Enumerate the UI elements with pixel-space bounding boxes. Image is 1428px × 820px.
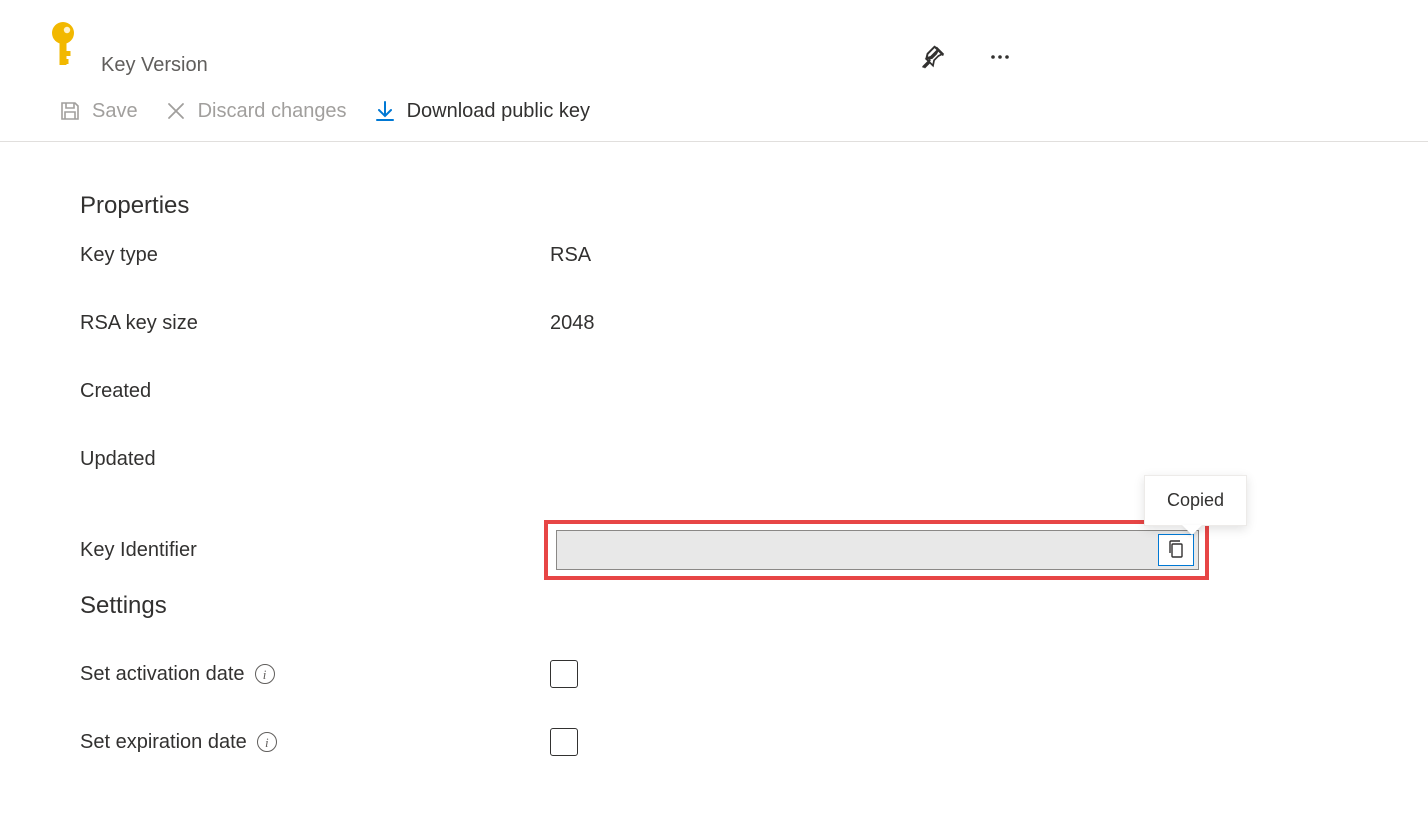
activation-date-row: Set activation date i <box>80 640 1388 708</box>
settings-section-title: Settings <box>80 592 1388 620</box>
updated-label: Updated <box>80 448 550 471</box>
expiration-date-row: Set expiration date i <box>80 708 1388 776</box>
activation-date-checkbox[interactable] <box>550 660 578 688</box>
discard-button[interactable]: Discard changes <box>162 95 349 127</box>
key-type-row: Key type RSA <box>80 244 1388 312</box>
download-icon <box>373 99 397 123</box>
created-row: Created <box>80 380 1388 448</box>
copy-icon <box>1167 539 1185 562</box>
key-icon <box>40 20 85 70</box>
more-button[interactable] <box>982 39 1018 78</box>
save-button[interactable]: Save <box>56 95 140 127</box>
key-type-label: Key type <box>80 244 550 267</box>
pin-button[interactable] <box>914 38 952 79</box>
copy-button[interactable] <box>1158 534 1194 566</box>
more-icon <box>988 45 1012 72</box>
created-label: Created <box>80 380 550 403</box>
download-label: Download public key <box>407 100 590 123</box>
key-identifier-field <box>556 530 1199 570</box>
pin-icon <box>920 44 946 73</box>
save-label: Save <box>92 100 138 123</box>
rsa-size-row: RSA key size 2048 <box>80 312 1388 380</box>
close-icon <box>164 99 188 123</box>
info-icon[interactable]: i <box>257 732 277 752</box>
rsa-size-value: 2048 <box>550 312 595 335</box>
key-type-value: RSA <box>550 244 591 267</box>
copied-tooltip: Copied <box>1144 475 1247 526</box>
key-identifier-input[interactable] <box>557 531 1158 569</box>
expiration-date-checkbox[interactable] <box>550 728 578 756</box>
download-public-key-button[interactable]: Download public key <box>371 95 592 127</box>
info-icon[interactable]: i <box>255 664 275 684</box>
properties-section-title: Properties <box>80 192 1388 220</box>
expiration-date-label: Set expiration date i <box>80 731 550 754</box>
discard-label: Discard changes <box>198 100 347 123</box>
page-subtitle: Key Version <box>101 54 208 77</box>
toolbar: Save Discard changes Download public key <box>0 77 1428 142</box>
highlight-annotation <box>544 520 1209 580</box>
page-header: Key Version <box>0 20 1428 77</box>
activation-date-text: Set activation date <box>80 663 245 686</box>
activation-date-label: Set activation date i <box>80 663 550 686</box>
save-icon <box>58 99 82 123</box>
expiration-date-text: Set expiration date <box>80 731 247 754</box>
rsa-size-label: RSA key size <box>80 312 550 335</box>
key-identifier-row: Key Identifier Copied <box>80 516 1388 584</box>
key-identifier-label: Key Identifier <box>80 539 550 562</box>
